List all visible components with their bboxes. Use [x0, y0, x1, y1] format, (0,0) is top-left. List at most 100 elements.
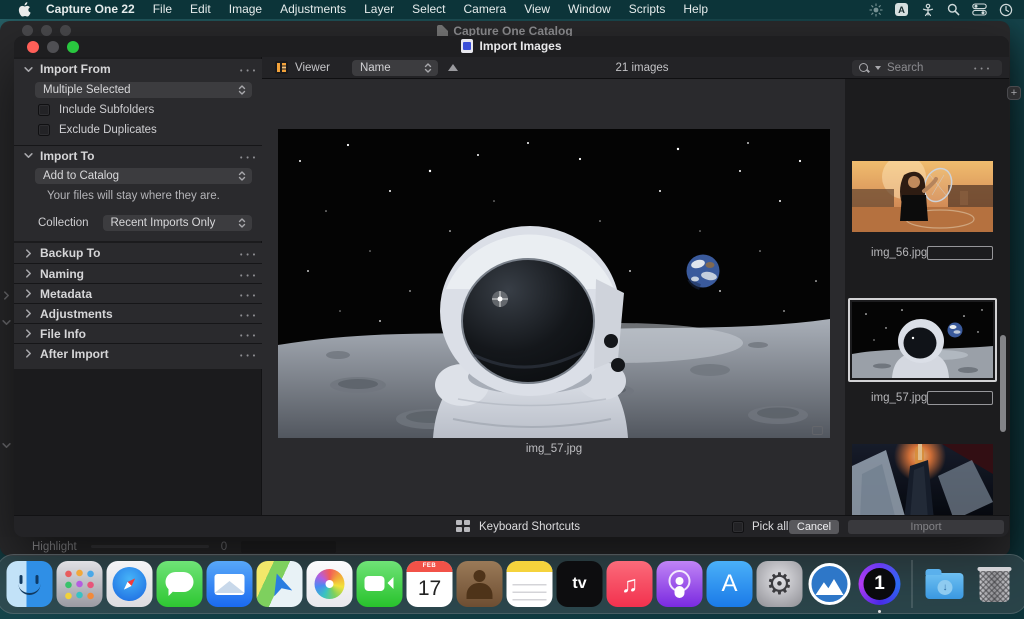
- accessibility-icon[interactable]: [919, 2, 936, 17]
- thumbnail-img56[interactable]: [852, 161, 993, 232]
- dock-downloads-icon[interactable]: ↓: [922, 561, 968, 607]
- adjustments-options-icon[interactable]: [240, 307, 262, 321]
- search-scope-icon[interactable]: [875, 66, 881, 70]
- cancel-button[interactable]: Cancel: [789, 520, 839, 534]
- menu-image[interactable]: Image: [220, 0, 271, 19]
- chevron-updown-icon: [424, 62, 432, 74]
- search-options-icon[interactable]: [974, 62, 996, 74]
- file-info-options-icon[interactable]: [240, 327, 262, 341]
- import-destination-value: Add to Catalog: [43, 170, 119, 182]
- clock-icon[interactable]: [997, 2, 1014, 17]
- dock-mail-icon[interactable]: [207, 561, 253, 607]
- import-dialog-icon: [461, 39, 473, 53]
- apple-menu-icon[interactable]: [18, 2, 37, 17]
- spotlight-icon[interactable]: [945, 2, 962, 17]
- import-from-options-icon[interactable]: [240, 62, 262, 76]
- import-dialog-title: Import Images: [479, 39, 561, 53]
- section-adjustments[interactable]: Adjustments: [14, 303, 262, 323]
- viewer-layout-icon[interactable]: [275, 61, 288, 74]
- section-import-to[interactable]: Import To: [14, 145, 262, 165]
- menu-scripts[interactable]: Scripts: [620, 0, 675, 19]
- dock-messages-icon[interactable]: [157, 561, 203, 607]
- dock-maps-icon[interactable]: [257, 561, 303, 607]
- chevron-updown-icon: [238, 170, 246, 182]
- section-after-import[interactable]: After Import: [14, 343, 262, 363]
- dock-facetime-icon[interactable]: [357, 561, 403, 607]
- pick-checkbox-img56[interactable]: [927, 246, 993, 260]
- pick-checkbox-img57[interactable]: [927, 391, 993, 405]
- dock-appletv-icon[interactable]: tv: [557, 561, 603, 607]
- exclude-duplicates-checkbox[interactable]: [38, 124, 50, 136]
- thumbnail-img57-selected[interactable]: [848, 298, 997, 382]
- import-footer: Keyboard Shortcuts Pick all Cancel Impor…: [14, 515, 1009, 537]
- import-to-options-icon[interactable]: [240, 149, 262, 163]
- thumbnail-img58[interactable]: [852, 444, 993, 520]
- keyboard-brightness-icon[interactable]: [867, 2, 884, 17]
- dock-music-icon[interactable]: ♫: [607, 561, 653, 607]
- dock-launchpad-icon[interactable]: [57, 561, 103, 607]
- input-source-icon[interactable]: A: [893, 2, 910, 17]
- section-metadata[interactable]: Metadata: [14, 283, 262, 303]
- menu-window[interactable]: Window: [559, 0, 620, 19]
- highlight-slider[interactable]: [91, 545, 209, 548]
- chevron-right-icon: [24, 249, 33, 258]
- capture-one-glyph: 1: [857, 561, 903, 607]
- backup-to-options-icon[interactable]: [240, 246, 262, 260]
- keyboard-shortcuts-label[interactable]: Keyboard Shortcuts: [479, 521, 580, 533]
- menu-layer[interactable]: Layer: [355, 0, 403, 19]
- menu-view[interactable]: View: [515, 0, 559, 19]
- sort-ascending-icon[interactable]: [448, 64, 458, 71]
- menu-help[interactable]: Help: [674, 0, 717, 19]
- dock-podcasts-icon[interactable]: [657, 561, 703, 607]
- after-import-options-icon[interactable]: [240, 347, 262, 361]
- dock-photos-icon[interactable]: [307, 561, 353, 607]
- menu-app-name[interactable]: Capture One 22: [37, 0, 144, 19]
- import-dialog: Import Images Import From Multiple Selec…: [14, 36, 1009, 537]
- search-input[interactable]: [887, 62, 974, 74]
- dock-notes-icon[interactable]: [507, 561, 553, 607]
- panel-add-icon[interactable]: +: [1007, 86, 1021, 100]
- viewer-toolbar: Viewer Name 21 images: [262, 57, 1009, 79]
- pick-all-checkbox[interactable]: [732, 521, 744, 533]
- filmstrip-panel: img_56.jpg: [845, 79, 1009, 515]
- gear-glyph: ⚙: [766, 567, 793, 602]
- chevron-down-icon: [24, 65, 33, 74]
- import-button[interactable]: Import: [848, 520, 1004, 534]
- naming-options-icon[interactable]: [240, 267, 262, 281]
- filename-img56: img_56.jpg: [845, 247, 927, 259]
- import-destination-dropdown[interactable]: Add to Catalog: [35, 168, 252, 184]
- section-file-info[interactable]: File Info: [14, 323, 262, 343]
- dock-contacts-icon[interactable]: [457, 561, 503, 607]
- section-naming[interactable]: Naming: [14, 263, 262, 283]
- dock-calendar-icon[interactable]: FEB 17: [407, 561, 453, 607]
- section-backup-to[interactable]: Backup To: [14, 243, 262, 263]
- filmstrip-scrollbar[interactable]: [1000, 335, 1006, 432]
- preview-image-astronaut: [278, 129, 830, 438]
- collection-dropdown[interactable]: Recent Imports Only: [103, 215, 253, 231]
- dock-settings-icon[interactable]: ⚙: [757, 561, 803, 607]
- dock-trash-icon[interactable]: [972, 561, 1018, 607]
- dock-safari-icon[interactable]: [107, 561, 153, 607]
- menu-edit[interactable]: Edit: [181, 0, 220, 19]
- menu-select[interactable]: Select: [403, 0, 454, 19]
- dock-appstore-icon[interactable]: A: [707, 561, 753, 607]
- image-count: 21 images: [542, 62, 742, 74]
- menu-adjustments[interactable]: Adjustments: [271, 0, 355, 19]
- filename-img57: img_57.jpg: [845, 392, 927, 404]
- background-tool-chevrons: [2, 291, 11, 450]
- collection-label: Collection: [38, 217, 89, 229]
- metadata-options-icon[interactable]: [240, 287, 262, 301]
- highlight-field[interactable]: [241, 541, 336, 553]
- section-import-from[interactable]: Import From: [14, 59, 262, 79]
- search-icon: [858, 62, 871, 75]
- import-source-dropdown[interactable]: Multiple Selected: [35, 82, 252, 98]
- dock-capture-one-icon[interactable]: 1: [857, 561, 903, 607]
- menu-camera[interactable]: Camera: [455, 0, 516, 19]
- dock-mountains-app-icon[interactable]: [807, 561, 853, 607]
- sort-by-dropdown[interactable]: Name: [352, 60, 438, 76]
- dock-finder-icon[interactable]: [7, 561, 53, 607]
- menu-file[interactable]: File: [144, 0, 181, 19]
- control-center-icon[interactable]: [971, 2, 988, 17]
- include-subfolders-checkbox[interactable]: [38, 104, 50, 116]
- import-note: Your files will stay where they are.: [14, 190, 262, 202]
